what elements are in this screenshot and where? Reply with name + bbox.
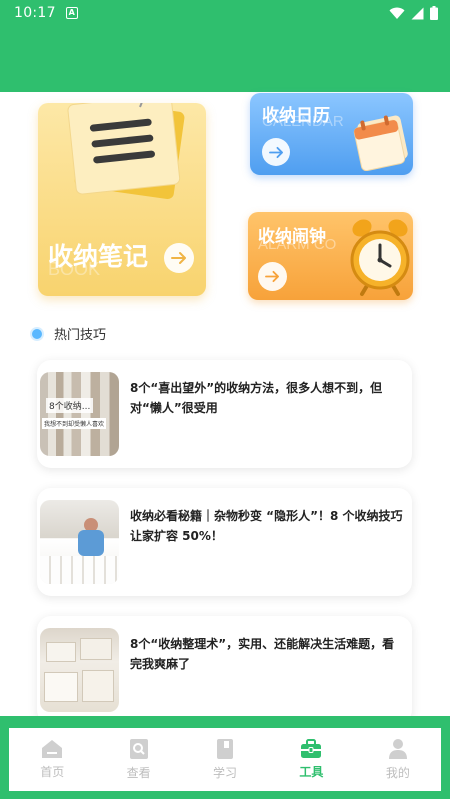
notification-icon: A — [65, 7, 78, 19]
article-card[interactable]: 8个“收纳整理术”，实用、还能解决生活难题，看完我爽麻了 — [37, 616, 412, 724]
nav-item-view[interactable]: 查看 — [95, 728, 181, 791]
nav-label: 查看 — [126, 766, 151, 780]
article-thumbnail — [40, 500, 119, 584]
section-dot-icon — [30, 326, 44, 341]
nav-item-home[interactable]: 首页 — [9, 728, 95, 791]
calendar-icon — [353, 115, 408, 171]
arrow-right-icon — [268, 146, 283, 158]
nav-label: 我的 — [385, 766, 410, 780]
article-thumbnail — [40, 628, 119, 712]
calendar-card-title: 收纳日历 — [262, 106, 330, 126]
nav-label: 学习 — [213, 766, 238, 780]
calendar-card[interactable]: CALENDAR 收纳日历 — [250, 93, 413, 175]
wifi-icon — [389, 7, 405, 19]
bottom-nav: 首页 查看 学习 工具 我的 — [9, 728, 441, 791]
calendar-arrow-button[interactable] — [262, 138, 290, 166]
alarm-card-title: 收纳闹钟 — [258, 227, 326, 247]
article-thumbnail: 8个收纳... 我想不到却受懒人喜欢 — [40, 372, 119, 456]
status-bar: 10:17 A — [0, 0, 450, 26]
nav-label: 首页 — [40, 765, 65, 779]
home-icon — [42, 740, 63, 758]
nav-item-tools[interactable]: 工具 — [268, 728, 354, 791]
search-doc-icon — [129, 739, 148, 759]
article-title: 8个“收纳整理术”，实用、还能解决生活难题，看完我爽麻了 — [130, 637, 395, 671]
article-card[interactable]: 收纳必看秘籍｜杂物秒变 “隐形人”！8 个收纳技巧让家扩容 50%！ — [37, 488, 412, 596]
nav-item-study[interactable]: 学习 — [182, 728, 268, 791]
article-card[interactable]: 8个收纳... 我想不到却受懒人喜欢 8个“喜出望外”的收纳方法，很多人想不到，… — [37, 360, 412, 468]
notes-card-title: 收纳笔记 — [48, 242, 149, 271]
header-band — [0, 26, 450, 92]
nav-item-mine[interactable]: 我的 — [355, 728, 441, 791]
section-title: 热门技巧 — [54, 328, 107, 343]
arrow-right-icon — [265, 270, 279, 283]
thumbnail-caption-2: 我想不到却受懒人喜欢 — [42, 418, 107, 429]
nav-label: 工具 — [299, 765, 324, 779]
thumbnail-caption: 8个收纳... — [46, 398, 94, 413]
alarm-arrow-button[interactable] — [258, 262, 287, 291]
notes-arrow-button[interactable] — [164, 243, 194, 273]
person-icon — [388, 739, 407, 759]
article-title: 8个“喜出望外”的收纳方法，很多人想不到，但对“懒人”很受用 — [130, 381, 383, 415]
status-time: 10:17 — [14, 5, 56, 21]
article-title: 收纳必看秘籍｜杂物秒变 “隐形人”！8 个收纳技巧让家扩容 50%！ — [130, 509, 403, 543]
signal-icon — [411, 7, 424, 19]
battery-icon — [430, 6, 438, 20]
book-icon — [217, 739, 234, 759]
toolbox-icon — [301, 739, 322, 758]
alarm-clock-icon — [350, 219, 410, 296]
section-header: 热门技巧 — [30, 324, 106, 343]
notes-card[interactable]: BOOK 收纳笔记 — [38, 103, 206, 296]
sticky-notes-icon — [67, 103, 185, 200]
alarm-card[interactable]: ALARM CO 收纳闹钟 — [248, 212, 413, 300]
arrow-right-icon — [171, 252, 186, 264]
